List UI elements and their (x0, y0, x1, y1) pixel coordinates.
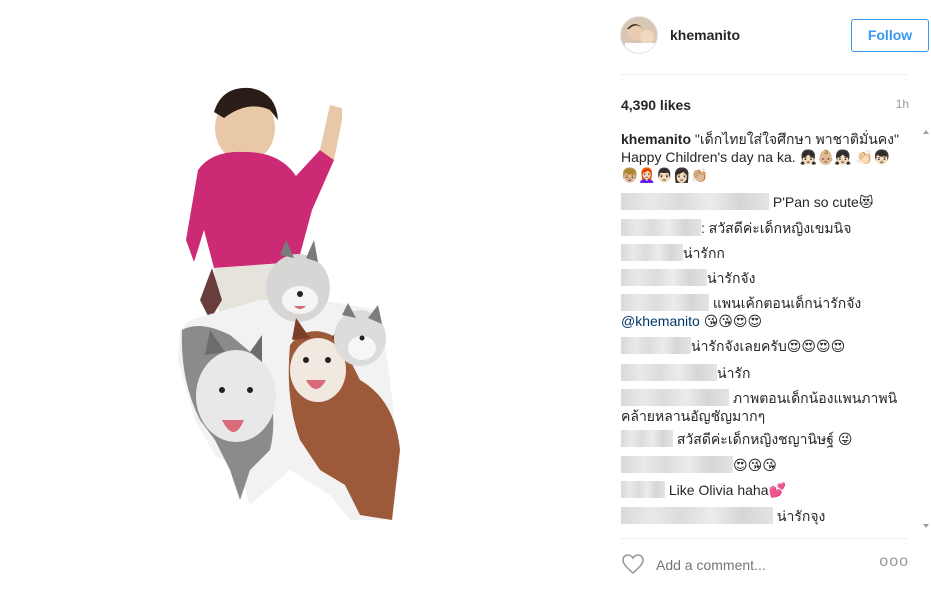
redacted-username (621, 389, 729, 406)
avatar[interactable] (620, 16, 658, 54)
post-side-panel: khemanito Follow 4,390 likes 1h khemanit… (600, 0, 931, 596)
caption: khemanito "เด็กไทยใส่ใจศึกษา พาชาติมั่นค… (621, 130, 906, 184)
comment-text: น่ารักก (683, 245, 725, 261)
comment-text: น่ารัก (717, 365, 751, 381)
comment-text: : สวัสดีค่ะเด็กหญิงเขมนิจ (701, 220, 852, 236)
comment-text: P'Pan so cute😻 (772, 194, 874, 210)
redacted-username (621, 269, 707, 286)
caption-username[interactable]: khemanito (621, 131, 691, 147)
add-comment-input[interactable] (656, 555, 856, 575)
comment-text: น่ารักจุง (776, 508, 826, 524)
post-view: khemanito Follow 4,390 likes 1h khemanit… (0, 0, 931, 596)
comment-item: น่ารักก (621, 244, 906, 262)
comment-mention[interactable]: @khemanito (621, 313, 700, 329)
redacted-username (621, 193, 769, 210)
heart-icon[interactable] (621, 552, 645, 576)
redacted-username (621, 456, 733, 473)
footer-divider (620, 538, 908, 539)
comment-item: : สวัสดีค่ะเด็กหญิงเขมนิจ (621, 219, 906, 237)
post-photo[interactable] (0, 0, 600, 596)
post-time[interactable]: 1h (896, 97, 909, 111)
comment-item: น่ารัก (621, 364, 906, 382)
likes-count[interactable]: 4,390 likes (621, 97, 691, 113)
comment-text: Like Olivia haha💕 (668, 482, 786, 498)
comment-text: น่ารักจังเลยครับ😍😍😍😍 (691, 338, 846, 354)
comment-item: น่ารักจังเลยครับ😍😍😍😍 (621, 337, 906, 355)
comment-item: 😍😘😘 (621, 456, 906, 474)
redacted-username (621, 244, 683, 261)
header-divider (620, 74, 908, 75)
comments-scrollbar[interactable] (922, 130, 931, 528)
comment-item: ภาพตอนเด็กน้องแพนภาพนิคล้ายหลานอัญชัญมาก… (621, 389, 906, 425)
comment-item: น่ารักจัง (621, 269, 906, 287)
redacted-username (621, 481, 665, 498)
post-header: khemanito Follow (620, 16, 929, 56)
comment-text: แพนเค้กตอนเด็กน่ารักจัง (712, 295, 862, 311)
more-options-button[interactable]: ooo (879, 553, 909, 571)
redacted-username (621, 364, 717, 381)
redacted-username (621, 219, 701, 236)
redacted-username (621, 507, 773, 524)
follow-button[interactable]: Follow (851, 19, 929, 52)
comment-text: สวัสดีค่ะเด็กหญิงชญานิษฐ์ 😜 (676, 431, 853, 447)
comment-item: Like Olivia haha💕 (621, 481, 906, 499)
comments-list[interactable]: khemanito "เด็กไทยใส่ใจศึกษา พาชาติมั่นค… (621, 130, 911, 528)
post-username[interactable]: khemanito (670, 27, 740, 43)
comment-item: น่ารักจุง (621, 507, 906, 525)
scroll-down-arrow-icon[interactable] (923, 524, 929, 528)
comment-item: แพนเค้กตอนเด็กน่ารักจัง @khemanito 😘😘😍😍 (621, 294, 906, 330)
comment-item: P'Pan so cute😻 (621, 193, 906, 211)
comment-text: น่ารักจัง (707, 270, 756, 286)
scroll-up-arrow-icon[interactable] (923, 130, 929, 134)
child-with-huskies-illustration (178, 87, 400, 520)
redacted-username (621, 430, 673, 447)
comment-item: สวัสดีค่ะเด็กหญิงชญานิษฐ์ 😜 (621, 430, 906, 448)
avatar-image-icon (621, 17, 657, 53)
comment-text-suffix: 😘😘😍😍 (699, 313, 763, 329)
comment-text: 😍😘😘 (733, 457, 777, 473)
redacted-username (621, 294, 709, 311)
redacted-username (621, 337, 691, 354)
